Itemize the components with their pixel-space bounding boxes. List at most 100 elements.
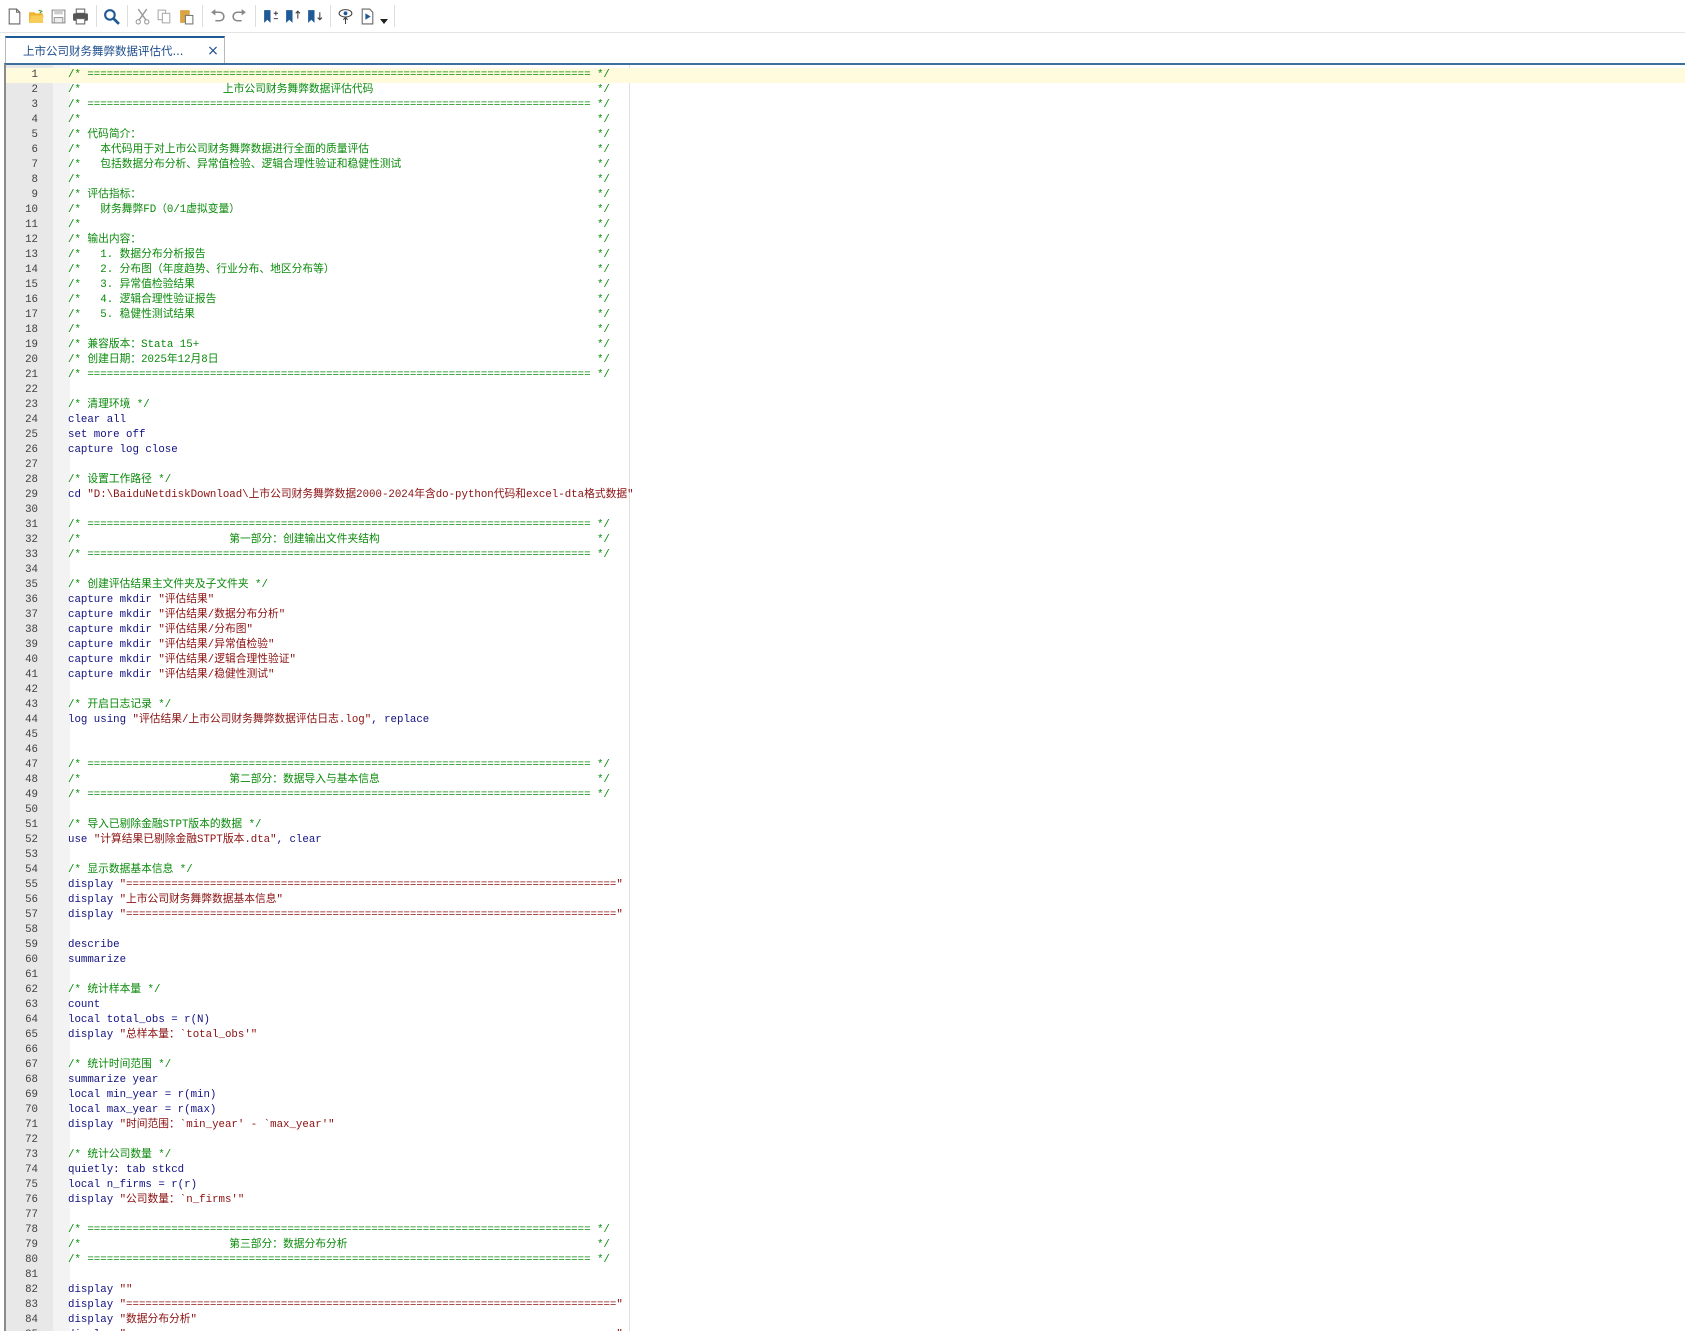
show-file-button[interactable] <box>335 5 356 27</box>
code-line[interactable]: 63 count <box>6 998 1685 1013</box>
code-line[interactable]: 77 <box>6 1208 1685 1223</box>
code-line[interactable]: 40 capture mkdir "评估结果/逻辑合理性验证" <box>6 653 1685 668</box>
code-line[interactable]: 72 <box>6 1133 1685 1148</box>
code-line[interactable]: 80 /* ===================================… <box>6 1253 1685 1268</box>
code-editor[interactable]: 1 /* ====================================… <box>4 63 1685 1331</box>
code-line[interactable]: 7 /* 包括数据分布分析、异常值检验、逻辑合理性验证和稳健性测试 */ <box>6 158 1685 173</box>
code-line[interactable]: 33 /* ===================================… <box>6 548 1685 563</box>
code-line[interactable]: 37 capture mkdir "评估结果/数据分布分析" <box>6 608 1685 623</box>
code-line[interactable]: 64 local total_obs = r(N) <box>6 1013 1685 1028</box>
code-line[interactable]: 3 /* ====================================… <box>6 98 1685 113</box>
code-line[interactable]: 41 capture mkdir "评估结果/稳健性测试" <box>6 668 1685 683</box>
code-line[interactable]: 30 <box>6 503 1685 518</box>
code-line[interactable]: 48 /* 第二部分：数据导入与基本信息 */ <box>6 773 1685 788</box>
code-line[interactable]: 5 /* 代码简介： */ <box>6 128 1685 143</box>
code-line[interactable]: 58 <box>6 923 1685 938</box>
code-line[interactable]: 9 /* 评估指标： */ <box>6 188 1685 203</box>
code-line[interactable]: 4 /* */ <box>6 113 1685 128</box>
previous-bookmark-button[interactable] <box>282 5 303 27</box>
close-icon[interactable]: × <box>202 43 224 59</box>
code-line[interactable]: 36 capture mkdir "评估结果" <box>6 593 1685 608</box>
tab-do-file[interactable]: 上市公司财务舞弊数据评估代... × <box>5 36 225 64</box>
code-line[interactable]: 28 /* 设置工作路径 */ <box>6 473 1685 488</box>
code-line[interactable]: 57 display "=============================… <box>6 908 1685 923</box>
code-line[interactable]: 68 summarize year <box>6 1073 1685 1088</box>
code-line[interactable]: 62 /* 统计样本量 */ <box>6 983 1685 998</box>
code-line[interactable]: 51 /* 导入已剔除金融STPT版本的数据 */ <box>6 818 1685 833</box>
code-line[interactable]: 45 <box>6 728 1685 743</box>
cut-button[interactable] <box>132 5 153 27</box>
code-line[interactable]: 78 /* ===================================… <box>6 1223 1685 1238</box>
code-line[interactable]: 13 /* 1. 数据分布分析报告 */ <box>6 248 1685 263</box>
code-line[interactable]: 52 use "计算结果已剔除金融STPT版本.dta", clear <box>6 833 1685 848</box>
code-line[interactable]: 12 /* 输出内容： */ <box>6 233 1685 248</box>
code-line[interactable]: 22 <box>6 383 1685 398</box>
code-line[interactable]: 79 /* 第三部分：数据分布分析 */ <box>6 1238 1685 1253</box>
code-line[interactable]: 71 display "时间范围：`min_year' - `max_year'" <box>6 1118 1685 1133</box>
code-line[interactable]: 82 display "" <box>6 1283 1685 1298</box>
code-line[interactable]: 44 log using "评估结果/上市公司财务舞弊数据评估日志.log", r… <box>6 713 1685 728</box>
code-line[interactable]: 53 <box>6 848 1685 863</box>
copy-button[interactable] <box>154 5 175 27</box>
code-line[interactable]: 66 <box>6 1043 1685 1058</box>
open-file-button[interactable] <box>26 5 47 27</box>
code-line[interactable]: 81 <box>6 1268 1685 1283</box>
code-line[interactable]: 42 <box>6 683 1685 698</box>
code-line[interactable]: 83 display "=============================… <box>6 1298 1685 1313</box>
execute-dropdown-button[interactable] <box>379 5 389 27</box>
code-line[interactable]: 31 /* ===================================… <box>6 518 1685 533</box>
code-line[interactable]: 47 /* ===================================… <box>6 758 1685 773</box>
paste-button[interactable] <box>176 5 197 27</box>
code-line[interactable]: 39 capture mkdir "评估结果/异常值检验" <box>6 638 1685 653</box>
save-button[interactable] <box>48 5 69 27</box>
code-line[interactable]: 27 <box>6 458 1685 473</box>
execute-do-button[interactable] <box>357 5 378 27</box>
code-line[interactable]: 8 /* */ <box>6 173 1685 188</box>
code-line[interactable]: 84 display "数据分布分析" <box>6 1313 1685 1328</box>
code-line[interactable]: 17 /* 5. 稳健性测试结果 */ <box>6 308 1685 323</box>
code-line[interactable]: 23 /* 清理环境 */ <box>6 398 1685 413</box>
code-line[interactable]: 35 /* 创建评估结果主文件夹及子文件夹 */ <box>6 578 1685 593</box>
redo-button[interactable] <box>229 5 250 27</box>
code-line[interactable]: 59 describe <box>6 938 1685 953</box>
code-line[interactable]: 20 /* 创建日期：2025年12月8日 */ <box>6 353 1685 368</box>
code-line[interactable]: 32 /* 第一部分：创建输出文件夹结构 */ <box>6 533 1685 548</box>
code-line[interactable]: 46 <box>6 743 1685 758</box>
code-line[interactable]: 73 /* 统计公司数量 */ <box>6 1148 1685 1163</box>
code-line[interactable]: 76 display "公司数量：`n_firms'" <box>6 1193 1685 1208</box>
code-line[interactable]: 16 /* 4. 逻辑合理性验证报告 */ <box>6 293 1685 308</box>
code-line[interactable]: 6 /* 本代码用于对上市公司财务舞弊数据进行全面的质量评估 */ <box>6 143 1685 158</box>
code-line[interactable]: 61 <box>6 968 1685 983</box>
code-line[interactable]: 60 summarize <box>6 953 1685 968</box>
code-line[interactable]: 18 /* */ <box>6 323 1685 338</box>
print-button[interactable] <box>70 5 91 27</box>
code-line[interactable]: 69 local min_year = r(min) <box>6 1088 1685 1103</box>
code-line[interactable]: 49 /* ===================================… <box>6 788 1685 803</box>
code-line[interactable]: 29 cd "D:\BaiduNetdiskDownload\上市公司财务舞弊数据… <box>6 488 1685 503</box>
code-line[interactable]: 75 local n_firms = r(r) <box>6 1178 1685 1193</box>
code-line[interactable]: 55 display "=============================… <box>6 878 1685 893</box>
code-line[interactable]: 38 capture mkdir "评估结果/分布图" <box>6 623 1685 638</box>
code-line[interactable]: 65 display "总样本量：`total_obs'" <box>6 1028 1685 1043</box>
undo-button[interactable] <box>207 5 228 27</box>
code-line[interactable]: 14 /* 2. 分布图（年度趋势、行业分布、地区分布等） */ <box>6 263 1685 278</box>
code-line[interactable]: 70 local max_year = r(max) <box>6 1103 1685 1118</box>
code-line[interactable]: 54 /* 显示数据基本信息 */ <box>6 863 1685 878</box>
code-line[interactable]: 56 display "上市公司财务舞弊数据基本信息" <box>6 893 1685 908</box>
code-line[interactable]: 67 /* 统计时间范围 */ <box>6 1058 1685 1073</box>
code-line[interactable]: 24 clear all <box>6 413 1685 428</box>
code-line[interactable]: 1 /* ====================================… <box>6 68 1685 83</box>
new-file-button[interactable] <box>4 5 25 27</box>
code-line[interactable]: 25 set more off <box>6 428 1685 443</box>
toggle-bookmark-button[interactable] <box>260 5 281 27</box>
code-line[interactable]: 2 /* 上市公司财务舞弊数据评估代码 */ <box>6 83 1685 98</box>
code-line[interactable]: 26 capture log close <box>6 443 1685 458</box>
code-line[interactable]: 11 /* */ <box>6 218 1685 233</box>
next-bookmark-button[interactable] <box>304 5 325 27</box>
code-line[interactable]: 34 <box>6 563 1685 578</box>
code-line[interactable]: 50 <box>6 803 1685 818</box>
code-line[interactable]: 10 /* 财务舞弊FD（0/1虚拟变量） */ <box>6 203 1685 218</box>
code-line[interactable]: 21 /* ===================================… <box>6 368 1685 383</box>
code-line[interactable]: 43 /* 开启日志记录 */ <box>6 698 1685 713</box>
code-line[interactable]: 19 /* 兼容版本：Stata 15+ */ <box>6 338 1685 353</box>
